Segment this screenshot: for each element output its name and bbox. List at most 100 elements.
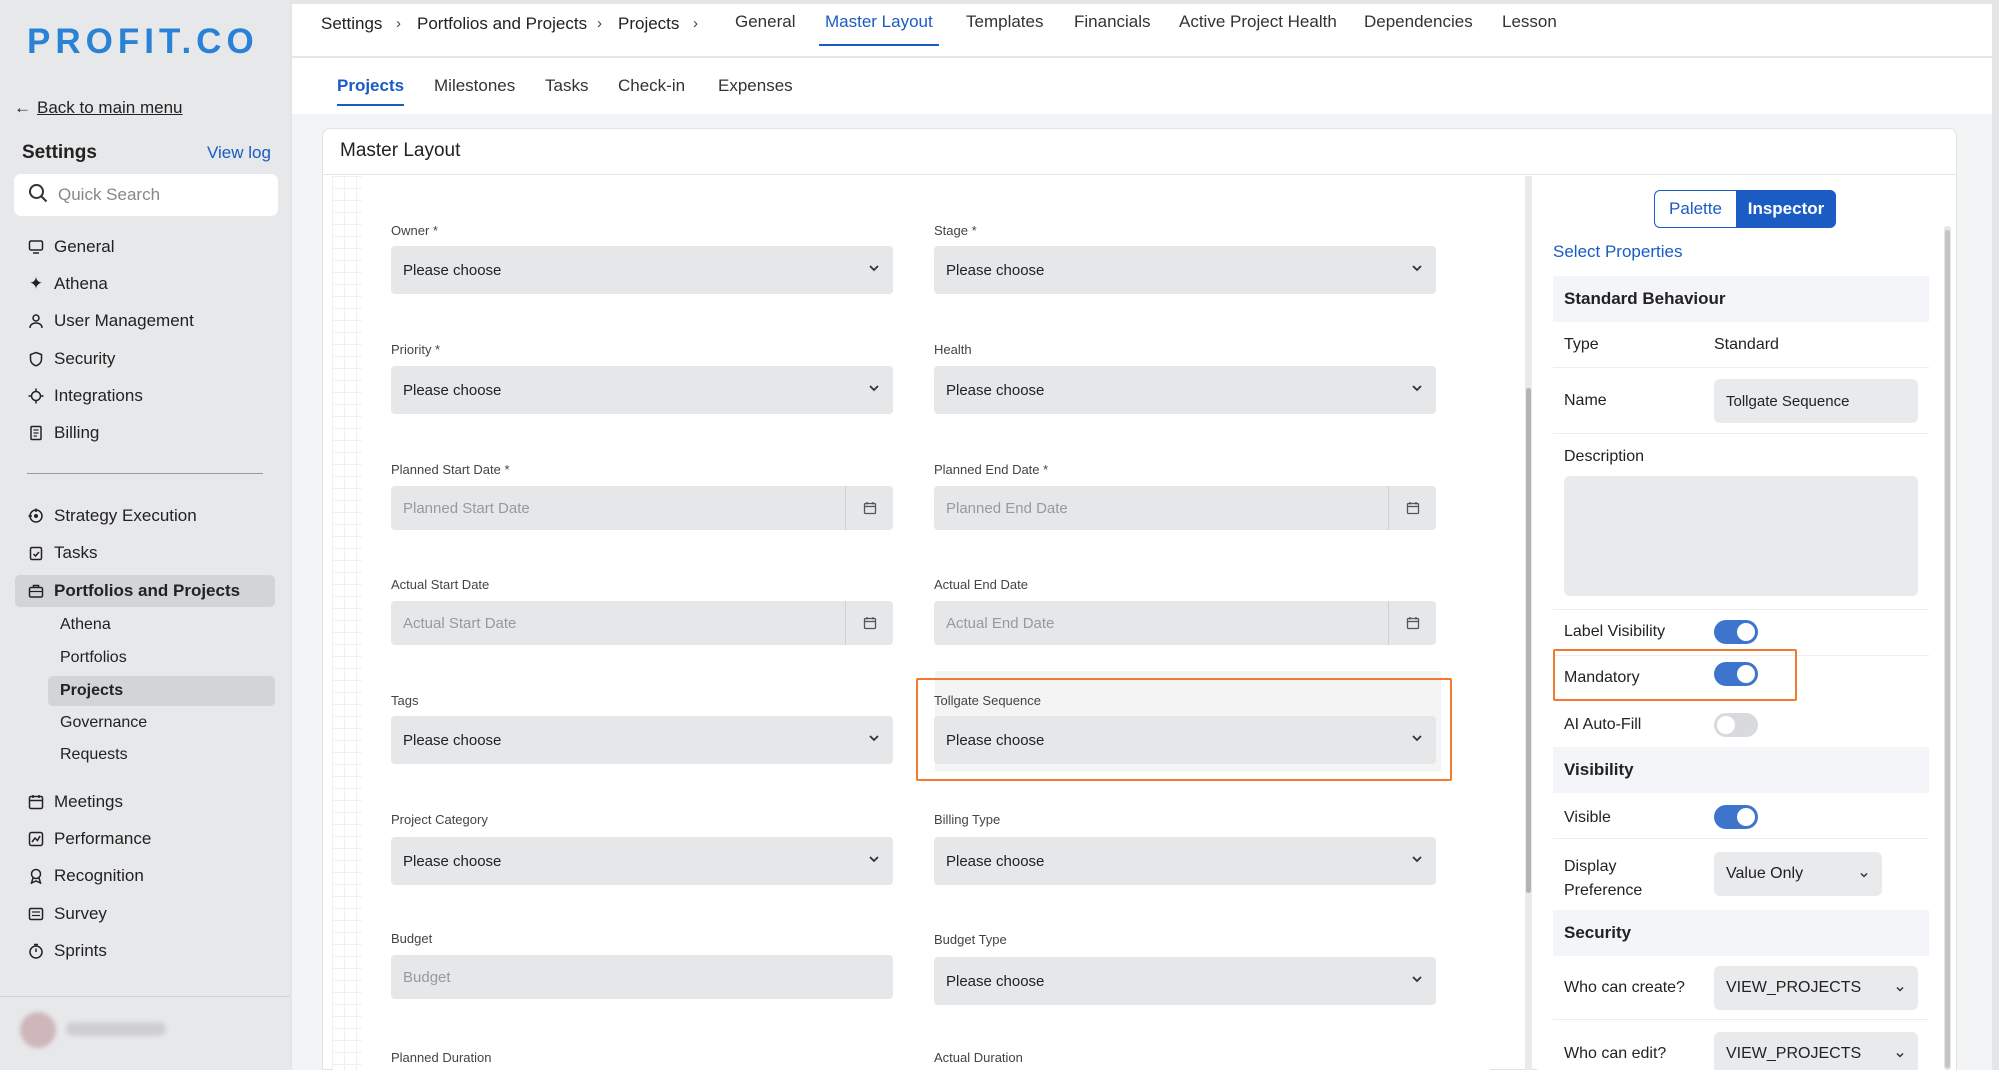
chevron-down-icon	[1410, 972, 1424, 990]
owner-select[interactable]: Please choose	[391, 246, 893, 294]
sidebar-item-sprints[interactable]: Sprints	[28, 935, 107, 967]
stage-select[interactable]: Please choose	[934, 246, 1436, 294]
priority-label: Priority *	[391, 342, 441, 357]
view-log-link[interactable]: View log	[207, 143, 271, 163]
survey-icon	[28, 906, 44, 922]
sidebar-item-label: Sprints	[54, 941, 107, 960]
breadcrumb-portfolios-and-projects[interactable]: Portfolios and Projects	[417, 14, 587, 34]
owner-label: Owner *	[391, 223, 438, 238]
calendar-icon[interactable]	[845, 601, 893, 645]
actual-end-date-input[interactable]: Actual End Date	[934, 601, 1436, 645]
budget-label: Budget	[391, 931, 433, 946]
breadcrumb-settings[interactable]: Settings	[321, 14, 382, 34]
chevron-down-icon	[1410, 852, 1424, 870]
who-can-edit-value: VIEW_PROJECTS	[1726, 1045, 1862, 1062]
ai-auto-fill-toggle[interactable]	[1714, 713, 1758, 737]
type-value: Standard	[1714, 336, 1779, 353]
timer-icon	[28, 943, 44, 959]
sidebar-item-integrations[interactable]: Integrations	[28, 380, 143, 412]
sidebar-subitem-portfolios[interactable]: Portfolios	[60, 643, 127, 673]
card-divider	[322, 174, 1957, 175]
breadcrumb-separator: ›	[597, 15, 602, 32]
display-preference-select[interactable]: Value Only	[1714, 852, 1882, 896]
palette-button[interactable]: Palette	[1654, 190, 1736, 228]
sidebar-subitem-projects[interactable]: Projects	[48, 676, 275, 706]
plug-icon	[28, 388, 44, 404]
subtab-tasks[interactable]: Tasks	[545, 76, 588, 106]
visible-row	[1553, 793, 1929, 839]
page-title: Master Layout	[340, 140, 461, 161]
quick-search-input[interactable]: Quick Search	[14, 174, 278, 216]
tab-general[interactable]: General	[735, 12, 795, 46]
subtab-milestones[interactable]: Milestones	[434, 76, 515, 106]
tags-select[interactable]: Please choose	[391, 716, 893, 764]
owner-value: Please choose	[403, 261, 502, 279]
sidebar-item-billing[interactable]: Billing	[28, 417, 99, 449]
stage-value: Please choose	[946, 261, 1045, 279]
sidebar-subitem-requests[interactable]: Requests	[60, 740, 128, 770]
briefcase-icon	[28, 583, 44, 599]
tab-templates[interactable]: Templates	[966, 12, 1043, 46]
budget-type-select[interactable]: Please choose	[934, 957, 1436, 1005]
target-icon	[28, 508, 44, 524]
sidebar-item-user-management[interactable]: User Management	[28, 305, 194, 337]
subtab-expenses[interactable]: Expenses	[718, 76, 793, 106]
sidebar-item-label: Billing	[54, 423, 100, 442]
who-can-edit-select[interactable]: VIEW_PROJECTS	[1714, 1032, 1918, 1070]
back-to-main-menu-link[interactable]: ← Back to main menu	[14, 98, 183, 118]
tab-financials[interactable]: Financials	[1074, 12, 1151, 46]
budget-type-label: Budget Type	[934, 932, 1007, 947]
canvas-scrollbar-thumb[interactable]	[1526, 388, 1531, 893]
inspector-scrollbar-thumb[interactable]	[1945, 230, 1950, 1068]
planned-duration-label: Planned Duration	[391, 1050, 492, 1065]
sidebar-item-security[interactable]: Security	[28, 343, 115, 375]
project-category-select[interactable]: Please choose	[391, 837, 893, 885]
sidebar-item-meetings[interactable]: Meetings	[28, 786, 123, 818]
sidebar-subitem-athena[interactable]: Athena	[60, 610, 111, 640]
tab-master-layout[interactable]: Master Layout	[819, 12, 939, 46]
breadcrumb-separator: ›	[693, 15, 698, 32]
sidebar-item-general[interactable]: General	[28, 231, 114, 263]
avatar[interactable]	[20, 1012, 56, 1048]
subtab-projects[interactable]: Projects	[337, 76, 405, 106]
sidebar-item-survey[interactable]: Survey	[28, 898, 107, 930]
calendar-icon[interactable]	[1388, 486, 1436, 530]
planned-end-date-input[interactable]: Planned End Date	[934, 486, 1436, 530]
breadcrumb-projects[interactable]: Projects	[618, 14, 679, 34]
sidebar-item-label: Security	[54, 349, 116, 368]
sidebar-item-tasks[interactable]: Tasks	[28, 537, 97, 569]
ai-auto-fill-key: AI Auto-Fill	[1564, 716, 1642, 733]
health-value: Please choose	[946, 381, 1045, 399]
profitco-logo[interactable]: PROFIT.CO	[27, 22, 259, 62]
planned-start-date-input[interactable]: Planned Start Date	[391, 486, 893, 530]
chevron-down-icon	[1858, 868, 1870, 886]
tab-dependencies[interactable]: Dependencies	[1364, 12, 1473, 46]
billing-type-select[interactable]: Please choose	[934, 837, 1436, 885]
sidebar-item-recognition[interactable]: Recognition	[28, 860, 144, 892]
standard-behaviour-section: Standard Behaviour	[1553, 276, 1929, 322]
inspector-button[interactable]: Inspector	[1736, 190, 1836, 228]
sidebar-subitem-governance[interactable]: Governance	[60, 708, 147, 738]
actual-start-date-input[interactable]: Actual Start Date	[391, 601, 893, 645]
calendar-icon	[28, 794, 44, 810]
stage-label: Stage *	[934, 223, 977, 238]
budget-input[interactable]: Budget	[391, 955, 893, 999]
sidebar-item-strategy-execution[interactable]: Strategy Execution	[28, 500, 197, 532]
toggle-knob	[1717, 716, 1735, 734]
sidebar-item-athena[interactable]: ✦ Athena	[28, 268, 108, 300]
tollgate-highlight-box	[916, 678, 1452, 781]
name-key: Name	[1564, 392, 1607, 409]
actual-duration-label: Actual Duration	[934, 1050, 1023, 1065]
health-select[interactable]: Please choose	[934, 366, 1436, 414]
calendar-icon[interactable]	[1388, 601, 1436, 645]
name-input[interactable]: Tollgate Sequence	[1714, 379, 1918, 423]
sidebar-item-performance[interactable]: Performance	[28, 823, 151, 855]
tags-label: Tags	[391, 693, 419, 708]
tab-active-project-health[interactable]: Active Project Health	[1179, 12, 1337, 46]
sidebar-item-portfolios-and-projects[interactable]: Portfolios and Projects	[15, 575, 275, 607]
calendar-icon[interactable]	[845, 486, 893, 530]
priority-select[interactable]: Please choose	[391, 366, 893, 414]
priority-value: Please choose	[403, 381, 502, 399]
tab-lesson[interactable]: Lesson	[1502, 12, 1557, 46]
subtab-check-in[interactable]: Check-in	[618, 76, 685, 106]
